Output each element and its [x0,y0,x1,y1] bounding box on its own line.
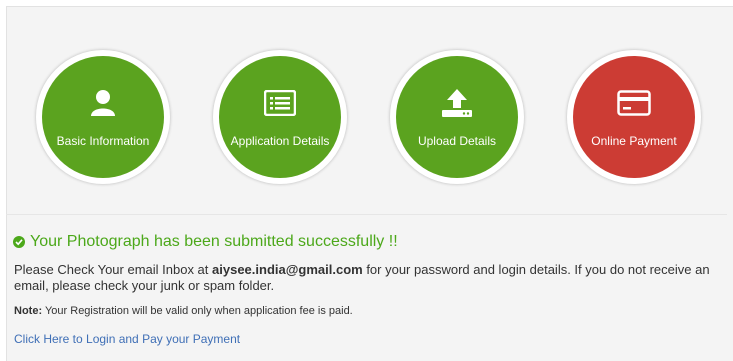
step-basic-information-button[interactable]: Basic Information [42,56,164,178]
note-label: Note: [14,305,43,317]
step-label: Basic Information [56,134,150,148]
note-text: Your Registration will be valid only whe… [42,305,353,317]
success-message: Your Photograph has been submitted succe… [13,233,398,251]
step-upload-details: Upload Details [390,50,524,184]
step-upload-details-button[interactable]: Upload Details [396,56,518,178]
email-info-text: Please Check Your email Inbox at aiysee.… [14,262,719,294]
credit-card-icon [617,88,651,118]
step-application-details-button[interactable]: Application Details [219,56,341,178]
login-pay-link[interactable]: Click Here to Login and Pay your Payment [14,332,240,346]
step-application-details: Application Details [213,50,347,184]
user-icon [90,88,116,118]
support-email: aiysee.india@gmail.com [212,262,363,277]
upload-icon [441,88,473,118]
step-online-payment-button[interactable]: Online Payment [573,56,695,178]
registration-note: Note: Your Registration will be valid on… [14,305,353,317]
step-label: Upload Details [417,134,497,148]
step-label: Application Details [230,134,330,148]
divider [6,214,727,215]
step-basic-information: Basic Information [36,50,170,184]
success-text: Your Photograph has been submitted succe… [30,233,398,250]
check-circle-icon [13,236,25,248]
list-card-icon [264,88,296,118]
step-label: Online Payment [591,134,677,148]
email-info-prefix: Please Check Your email Inbox at [14,262,213,277]
step-online-payment: Online Payment [567,50,701,184]
